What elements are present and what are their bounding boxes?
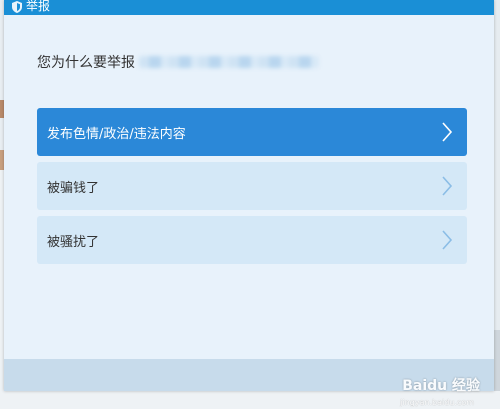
report-reason-scammed[interactable]: 被骗钱了: [37, 162, 467, 210]
baidu-watermark: Baidu 经验: [402, 378, 480, 394]
dialog-titlebar[interactable]: 举报: [4, 0, 494, 15]
option-label: 发布色情/政治/违法内容: [47, 126, 186, 142]
option-label: 被骚扰了: [47, 234, 100, 250]
dialog-title: 举报: [26, 0, 51, 13]
chevron-right-icon: [442, 176, 453, 196]
report-reason-illegal-content[interactable]: 发布色情/政治/违法内容: [37, 108, 467, 156]
chevron-right-icon: [442, 230, 453, 250]
blurred-username: [139, 56, 319, 68]
option-label: 被骗钱了: [47, 180, 100, 196]
report-dialog: 举报 您为什么要举报 发布色情/政治/违法内容 被骗钱了 被骚扰了: [4, 0, 494, 391]
report-reason-harassed[interactable]: 被骚扰了: [37, 216, 467, 264]
background-app-right-edge: [494, 0, 500, 409]
report-question: 您为什么要举报: [37, 52, 319, 72]
shield-icon: [12, 1, 22, 13]
chevron-right-icon: [442, 122, 453, 142]
question-text: 您为什么要举报: [37, 55, 135, 71]
baidu-watermark-url: jingyan.baidu.com: [400, 398, 474, 407]
